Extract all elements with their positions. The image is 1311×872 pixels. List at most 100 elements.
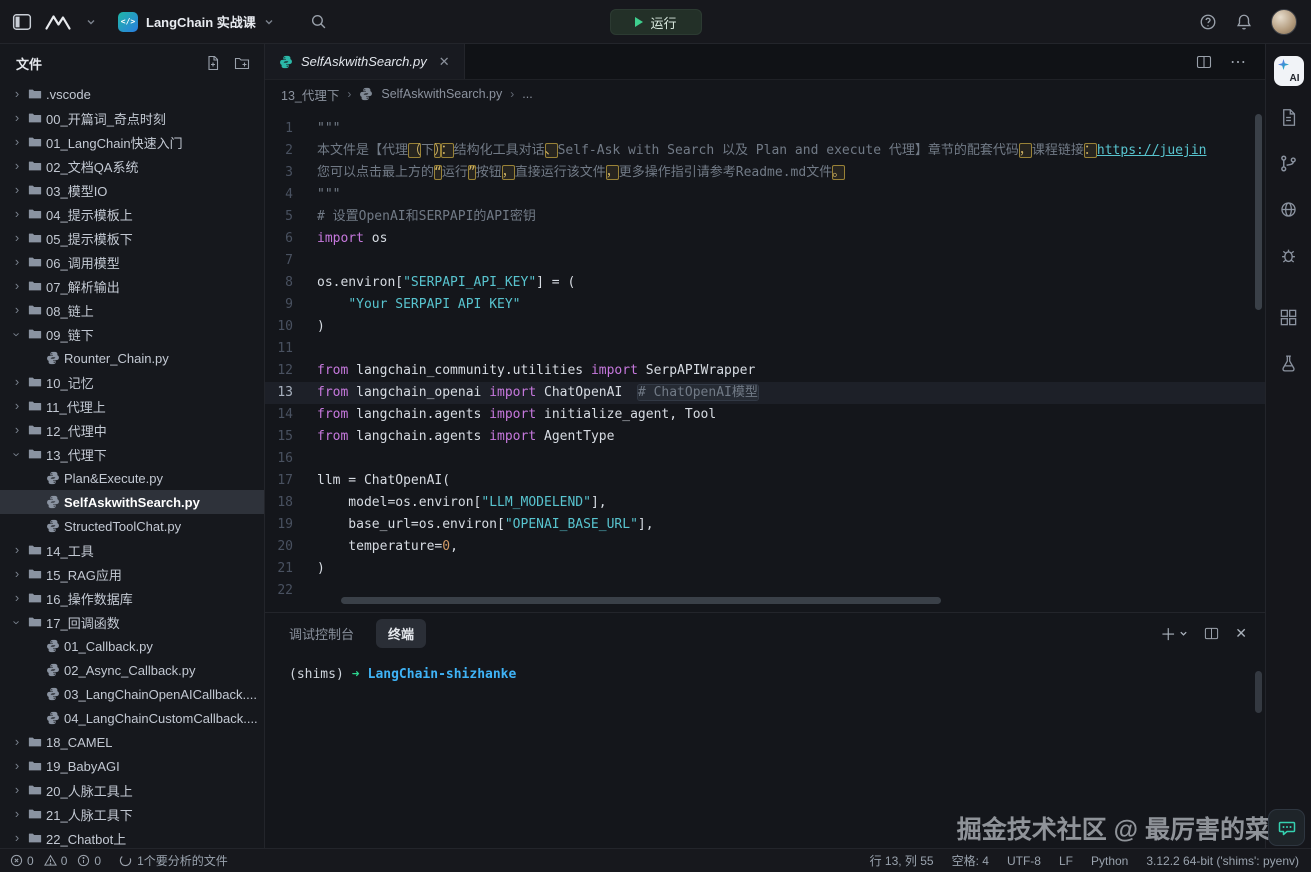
tree-file-item[interactable]: ›StructedToolChat.py [0, 514, 264, 538]
tree-folder-item[interactable]: ›02_文档QA系统 [0, 154, 264, 178]
help-icon[interactable] [1199, 13, 1217, 31]
user-avatar[interactable] [1271, 9, 1297, 35]
code-line[interactable]: 20 temperature=0, [265, 536, 1265, 558]
split-terminal-icon[interactable] [1204, 626, 1219, 641]
editor-vertical-scrollbar[interactable] [1255, 114, 1262, 310]
rail-document-icon[interactable] [1279, 108, 1298, 132]
logo-chevron-icon[interactable] [86, 17, 96, 27]
rail-ai-assistant-icon[interactable]: AI [1274, 56, 1304, 86]
tree-folder-item[interactable]: ›08_链上 [0, 298, 264, 322]
tree-file-item[interactable]: ›02_Async_Callback.py [0, 658, 264, 682]
code-line[interactable]: 4""" [265, 184, 1265, 206]
tree-file-item[interactable]: ›Plan&Execute.py [0, 466, 264, 490]
rail-web-preview-icon[interactable] [1279, 200, 1298, 224]
code-line[interactable]: 21) [265, 558, 1265, 580]
close-panel-icon[interactable]: ✕ [1235, 625, 1247, 642]
tree-folder-item[interactable]: ›13_代理下 [0, 442, 264, 466]
tree-folder-item[interactable]: ›09_链下 [0, 322, 264, 346]
code-line[interactable]: 2本文件是【代理（下）：结构化工具对话、Self-Ask with Search… [265, 140, 1265, 162]
tab-close-icon[interactable]: ✕ [439, 54, 450, 70]
code-line[interactable]: 17llm = ChatOpenAI( [265, 470, 1265, 492]
eol-type[interactable]: LF [1059, 854, 1073, 868]
new-file-icon[interactable] [205, 55, 221, 71]
rail-tests-icon[interactable] [1279, 354, 1298, 378]
tree-file-item[interactable]: ›Rounter_Chain.py [0, 346, 264, 370]
rail-extensions-icon[interactable] [1279, 308, 1298, 332]
tree-folder-item[interactable]: ›19_BabyAGI [0, 754, 264, 778]
ai-chat-floating-button[interactable] [1268, 809, 1305, 846]
tree-folder-item[interactable]: ›05_提示模板下 [0, 226, 264, 250]
info-count[interactable]: 0 [77, 854, 101, 868]
tree-folder-item[interactable]: ›21_人脉工具下 [0, 802, 264, 826]
tree-folder-item[interactable]: ›15_RAG应用 [0, 562, 264, 586]
tab-debug-console[interactable]: 调试控制台 [289, 619, 354, 648]
code-line[interactable]: 11 [265, 338, 1265, 360]
more-actions-icon[interactable]: ⋯ [1230, 52, 1247, 72]
code-line[interactable]: 7 [265, 250, 1265, 272]
breadcrumb-folder[interactable]: 13_代理下 [281, 85, 339, 104]
encoding[interactable]: UTF-8 [1007, 854, 1041, 868]
code-line[interactable]: 19 base_url=os.environ["OPENAI_BASE_URL"… [265, 514, 1265, 536]
tree-folder-item[interactable]: ›14_工具 [0, 538, 264, 562]
search-icon[interactable] [310, 13, 327, 30]
python-interpreter[interactable]: 3.12.2 64-bit ('shims': pyenv) [1146, 854, 1299, 868]
app-logo-icon[interactable] [44, 13, 74, 31]
tree-folder-item[interactable]: ›10_记忆 [0, 370, 264, 394]
problems-summary[interactable]: 0001个要分析的文件 [0, 852, 228, 869]
run-button[interactable]: 运行 [609, 9, 701, 35]
terminal-output[interactable]: (shims)➜LangChain-shizhanke [265, 653, 1265, 682]
new-terminal-button[interactable]: ＋ [1160, 621, 1188, 645]
language-mode[interactable]: Python [1091, 854, 1128, 868]
tree-file-item[interactable]: ›SelfAskwithSearch.py [0, 490, 264, 514]
workspace-switcher[interactable]: </> LangChain 实战课 [118, 12, 274, 32]
new-folder-icon[interactable] [234, 55, 250, 71]
tree-folder-item[interactable]: ›16_操作数据库 [0, 586, 264, 610]
code-line[interactable]: 1""" [265, 118, 1265, 140]
editor-horizontal-scrollbar[interactable] [341, 597, 941, 604]
indentation[interactable]: 空格: 4 [952, 852, 989, 869]
breadcrumb[interactable]: 13_代理下 › SelfAskwithSearch.py › ... [265, 80, 1265, 108]
code-editor[interactable]: 1"""2本文件是【代理（下）：结构化工具对话、Self-Ask with Se… [265, 108, 1265, 612]
tree-folder-item[interactable]: ›04_提示模板上 [0, 202, 264, 226]
rail-source-control-icon[interactable] [1279, 154, 1298, 178]
tree-folder-item[interactable]: ›.vscode [0, 82, 264, 106]
tree-folder-item[interactable]: ›12_代理中 [0, 418, 264, 442]
code-line[interactable]: 3您可以点击最上方的“运行”按钮，直接运行该文件，更多操作指引请参考Readme… [265, 162, 1265, 184]
tree-file-item[interactable]: ›04_LangChainCustomCallback.... [0, 706, 264, 730]
tree-folder-item[interactable]: ›18_CAMEL [0, 730, 264, 754]
code-line[interactable]: 9 "Your SERPAPI API KEY" [265, 294, 1265, 316]
code-line[interactable]: 18 model=os.environ["LLM_MODELEND"], [265, 492, 1265, 514]
tree-folder-item[interactable]: ›17_回调函数 [0, 610, 264, 634]
split-editor-icon[interactable] [1196, 54, 1212, 70]
code-line[interactable]: 8os.environ["SERPAPI_API_KEY"] = ( [265, 272, 1265, 294]
tree-folder-item[interactable]: ›01_LangChain快速入门 [0, 130, 264, 154]
code-line[interactable]: 6import os [265, 228, 1265, 250]
tab-selfaskwithsearch[interactable]: SelfAskwithSearch.py ✕ [265, 44, 465, 79]
code-line[interactable]: 14from langchain.agents import initializ… [265, 404, 1265, 426]
code-line[interactable]: 13from langchain_openai import ChatOpenA… [265, 382, 1265, 404]
cursor-position[interactable]: 行 13, 列 55 [870, 852, 934, 869]
code-line[interactable]: 12from langchain_community.utilities imp… [265, 360, 1265, 382]
code-line[interactable]: 10) [265, 316, 1265, 338]
tree-folder-item[interactable]: ›22_Chatbot上 [0, 826, 264, 848]
code-line[interactable]: 15from langchain.agents import AgentType [265, 426, 1265, 448]
code-line[interactable]: 5# 设置OpenAI和SERPAPI的API密钥 [265, 206, 1265, 228]
rail-debug-icon[interactable] [1279, 246, 1298, 270]
tree-folder-item[interactable]: ›11_代理上 [0, 394, 264, 418]
terminal-scrollbar[interactable] [1255, 671, 1262, 713]
notifications-bell-icon[interactable] [1235, 13, 1253, 31]
tree-folder-item[interactable]: ›07_解析输出 [0, 274, 264, 298]
tree-folder-item[interactable]: ›20_人脉工具上 [0, 778, 264, 802]
tree-file-item[interactable]: ›03_LangChainOpenAICallback.... [0, 682, 264, 706]
breadcrumb-more[interactable]: ... [522, 87, 532, 101]
analysis-status[interactable]: 1个要分析的文件 [119, 852, 228, 869]
breadcrumb-file[interactable]: SelfAskwithSearch.py [381, 87, 502, 101]
warning-count[interactable]: 0 [44, 854, 68, 868]
sidebar-toggle-icon[interactable] [12, 12, 32, 32]
code-line[interactable]: 16 [265, 448, 1265, 470]
error-count[interactable]: 0 [10, 854, 34, 868]
tree-file-item[interactable]: ›01_Callback.py [0, 634, 264, 658]
tree-folder-item[interactable]: ›06_调用模型 [0, 250, 264, 274]
tree-folder-item[interactable]: ›00_开篇词_奇点时刻 [0, 106, 264, 130]
tab-terminal[interactable]: 终端 [376, 619, 426, 648]
